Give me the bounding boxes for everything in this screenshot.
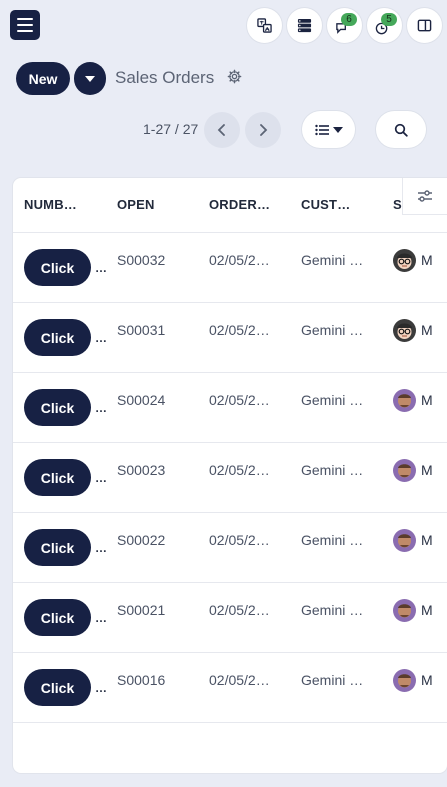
messages-badge: 6: [341, 13, 357, 26]
activities-button[interactable]: 5: [367, 8, 402, 43]
pager-previous-button[interactable]: [204, 112, 240, 148]
row-open-value: S00021: [117, 602, 166, 618]
avatar-image: [393, 389, 416, 412]
row-order-date-value: 02/05/2…: [209, 532, 270, 548]
column-settings-button[interactable]: [402, 178, 447, 215]
row-customer-value: Gemini …: [301, 252, 364, 268]
column-header-open[interactable]: OPEN: [117, 197, 155, 212]
row-order-date-value: 02/05/2…: [209, 322, 270, 338]
row-salesperson-value: M: [421, 602, 433, 618]
column-header-number[interactable]: NUMB…: [24, 197, 77, 212]
chevron-right-icon: [260, 124, 268, 136]
row-number-value: …: [95, 471, 107, 485]
avatar: [393, 669, 416, 692]
new-dropdown-button[interactable]: [74, 62, 106, 95]
row-open-value: S00031: [117, 322, 166, 338]
table-row[interactable]: Click … S00032 02/05/2… Gemini … M: [13, 233, 447, 303]
column-header-customer[interactable]: CUST…: [301, 197, 350, 212]
row-action-button[interactable]: Click: [24, 249, 91, 286]
row-action-button[interactable]: Click: [24, 389, 91, 426]
caret-down-icon: [332, 126, 343, 133]
new-button[interactable]: New: [16, 62, 70, 95]
row-number-value: …: [95, 261, 107, 275]
table-row[interactable]: Click … S00024 02/05/2… Gemini … M: [13, 373, 447, 443]
row-order-date-value: 02/05/2…: [209, 602, 270, 618]
row-salesperson-value: M: [421, 392, 433, 408]
row-number-value: …: [95, 541, 107, 555]
row-order-date-value: 02/05/2…: [209, 672, 270, 688]
caret-down-icon: [85, 75, 95, 82]
translate-button[interactable]: [247, 8, 282, 43]
row-open-value: S00016: [117, 672, 166, 688]
row-open-value: S00032: [117, 252, 166, 268]
list-view-icon: [314, 124, 329, 135]
avatar: [393, 319, 416, 342]
row-salesperson-value: M: [421, 672, 433, 688]
search-button[interactable]: [376, 111, 426, 148]
row-customer-value: Gemini …: [301, 672, 364, 688]
row-order-date-value: 02/05/2…: [209, 252, 270, 268]
row-salesperson-value: M: [421, 252, 433, 268]
avatar: [393, 249, 416, 272]
avatar: [393, 599, 416, 622]
table-row[interactable]: Click … S00023 02/05/2… Gemini … M: [13, 443, 447, 513]
row-customer-value: Gemini …: [301, 462, 364, 478]
activities-badge: 5: [381, 13, 397, 26]
orders-table: NUMB… OPEN ORDER… CUST… S… Click … S00032 0…: [13, 178, 447, 773]
avatar: [393, 389, 416, 412]
avatar-image: [393, 599, 416, 622]
table-row[interactable]: Click … S00022 02/05/2… Gemini … M: [13, 513, 447, 583]
view-switcher-button[interactable]: [302, 111, 355, 148]
database-button[interactable]: [287, 8, 322, 43]
page-title: Sales Orders: [115, 68, 215, 87]
row-number-value: …: [95, 681, 107, 695]
database-icon: [297, 18, 312, 33]
table-header: NUMB… OPEN ORDER… CUST… S…: [13, 178, 447, 233]
row-number-value: …: [95, 401, 107, 415]
avatar-image: [393, 529, 416, 552]
row-customer-value: Gemini …: [301, 392, 364, 408]
pager-next-button[interactable]: [245, 112, 281, 148]
split-panel-button[interactable]: [407, 8, 442, 43]
avatar-image: [393, 669, 416, 692]
gear-icon[interactable]: [227, 69, 242, 84]
row-action-button[interactable]: Click: [24, 529, 91, 566]
table-row[interactable]: Click … S00031 02/05/2… Gemini … M: [13, 303, 447, 373]
row-open-value: S00024: [117, 392, 166, 408]
row-customer-value: Gemini …: [301, 602, 364, 618]
menu-toggle-button[interactable]: [10, 10, 40, 40]
row-customer-value: Gemini …: [301, 532, 364, 548]
translate-icon: [257, 18, 272, 33]
row-open-value: S00022: [117, 532, 166, 548]
avatar-image: [393, 319, 416, 342]
pager-value[interactable]: 1-27 / 27: [143, 121, 198, 137]
row-order-date-value: 02/05/2…: [209, 392, 270, 408]
row-number-value: …: [95, 331, 107, 345]
column-header-order-date[interactable]: ORDER…: [209, 197, 270, 212]
split-panel-icon: [417, 19, 432, 32]
row-salesperson-value: M: [421, 322, 433, 338]
avatar: [393, 459, 416, 482]
table-row[interactable]: Click … S00016 02/05/2… Gemini … M: [13, 653, 447, 723]
table-row[interactable]: Click … S00021 02/05/2… Gemini … M: [13, 583, 447, 653]
chevron-left-icon: [217, 124, 225, 136]
row-action-button[interactable]: Click: [24, 669, 91, 706]
row-order-date-value: 02/05/2…: [209, 462, 270, 478]
row-action-button[interactable]: Click: [24, 459, 91, 496]
row-customer-value: Gemini …: [301, 322, 364, 338]
avatar: [393, 529, 416, 552]
row-action-button[interactable]: Click: [24, 319, 91, 356]
row-number-value: …: [95, 611, 107, 625]
messages-button[interactable]: 6: [327, 8, 362, 43]
row-salesperson-value: M: [421, 532, 433, 548]
sliders-icon: [418, 190, 432, 202]
avatar-image: [393, 459, 416, 482]
row-open-value: S00023: [117, 462, 166, 478]
hamburger-icon: [17, 18, 33, 20]
row-salesperson-value: M: [421, 462, 433, 478]
search-icon: [394, 123, 408, 137]
avatar-image: [393, 249, 416, 272]
row-action-button[interactable]: Click: [24, 599, 91, 636]
